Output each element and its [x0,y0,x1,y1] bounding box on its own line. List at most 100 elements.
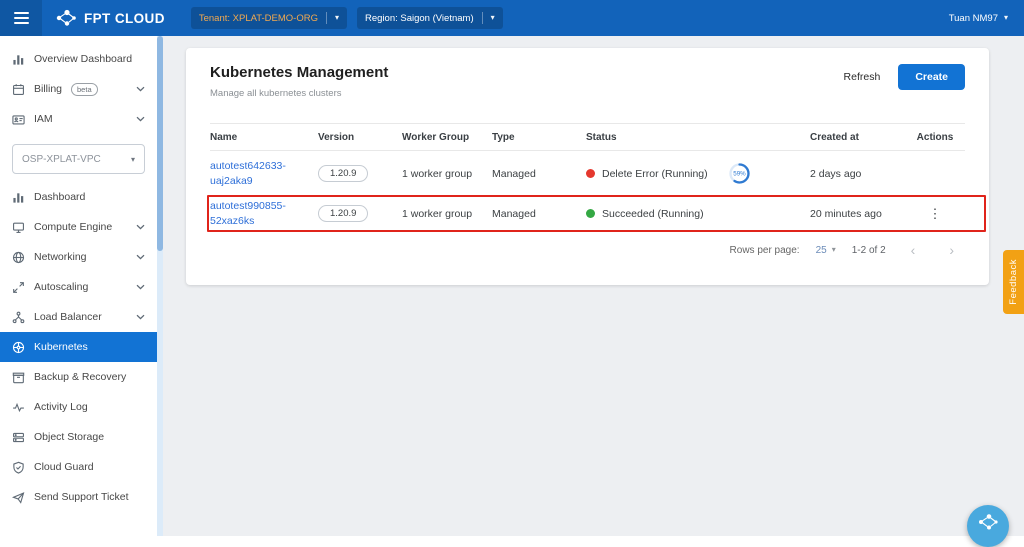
tenant-label: Tenant: XPLAT-DEMO-ORG [199,13,318,24]
sidebar-item-label: Object Storage [34,431,104,443]
sidebar-item-billing[interactable]: Billing beta [0,74,157,104]
version-chip: 1.20.9 [318,165,368,182]
progress-ring: 59% [728,162,751,185]
type-cell: Managed [492,208,586,220]
assistant-fab-button[interactable] [967,505,1009,547]
column-header-worker-group: Worker Group [402,132,492,143]
sidebar-item-label: Load Balancer [34,311,102,323]
rows-per-page-select[interactable]: 25 ▾ [816,245,836,256]
sidebar-item-label: Compute Engine [34,221,112,233]
status-text: Delete Error (Running) [602,168,708,180]
sidebar-scrollbar[interactable] [157,36,163,536]
sidebar-item-label: Autoscaling [34,281,88,293]
column-header-created-at: Created at [810,132,905,143]
sidebar-item-label: Kubernetes [34,341,88,353]
column-header-name: Name [210,132,318,143]
user-name: Tuan NM97 [949,13,998,24]
rows-per-page-label: Rows per page: [730,245,800,256]
sidebar-item-label: Overview Dashboard [34,53,132,65]
sidebar-item-backup-recovery[interactable]: Backup & Recovery [0,362,157,392]
pulse-icon [12,401,25,414]
row-actions-menu-icon[interactable]: ⋮ [929,206,942,221]
clusters-table: Name Version Worker Group Type Status Cr… [210,123,965,231]
beta-badge: beta [71,83,98,96]
status-text: Succeeded (Running) [602,208,704,220]
feedback-label: Feedback [1008,259,1019,305]
divider [482,12,483,24]
user-menu[interactable]: Tuan NM97 ▾ [949,13,1008,24]
kubernetes-management-card: Kubernetes Management Manage all kuberne… [186,48,989,285]
sidebar-item-label: Cloud Guard [34,461,94,473]
calendar-icon [12,83,25,96]
chevron-down-icon [136,86,145,92]
created-at-cell: 20 minutes ago [810,208,905,220]
monitor-icon [12,221,25,234]
chevron-down-icon [136,314,145,320]
tenant-select[interactable]: Tenant: XPLAT-DEMO-ORG ▾ [191,7,347,29]
rows-per-page-value: 25 [816,245,827,256]
chevron-down-icon [136,224,145,230]
sidebar-item-iam[interactable]: IAM [0,104,157,134]
cluster-name-link[interactable]: autotest642633-uaj2aka9 [210,160,286,186]
sidebar-item-label: Billing [34,83,62,95]
next-page-button[interactable]: › [940,243,963,257]
bar-chart-icon [12,53,25,66]
scrollbar-thumb[interactable] [157,36,163,251]
sidebar: Overview Dashboard Billing beta IAM OSP-… [0,36,157,536]
worker-group-cell: 1 worker group [402,168,492,180]
divider [326,12,327,24]
column-header-status: Status [586,132,810,143]
sidebar-item-label: Backup & Recovery [34,371,126,383]
topbar: FPT CLOUD Tenant: XPLAT-DEMO-ORG ▾ Regio… [0,0,1024,36]
chevron-down-icon: ▾ [491,14,495,22]
sidebar-item-compute-engine[interactable]: Compute Engine [0,212,157,242]
sidebar-item-dashboard[interactable]: Dashboard [0,182,157,212]
table-header-row: Name Version Worker Group Type Status Cr… [210,123,965,151]
sidebar-item-load-balancer[interactable]: Load Balancer [0,302,157,332]
hub-icon [12,311,25,324]
id-card-icon [12,113,25,126]
sidebar-item-label: IAM [34,113,53,125]
create-button[interactable]: Create [898,64,965,90]
column-header-version: Version [318,132,402,143]
previous-page-button[interactable]: ‹ [902,243,925,257]
created-at-cell: 2 days ago [810,168,905,180]
sidebar-item-label: Send Support Ticket [34,491,129,503]
card-header: Kubernetes Management Manage all kuberne… [210,64,965,99]
brand-text: FPT CLOUD [84,11,165,26]
refresh-button[interactable]: Refresh [838,65,887,89]
chevron-down-icon: ▾ [1004,14,1008,22]
chevron-down-icon: ▾ [832,246,836,254]
globe-icon [12,251,25,264]
archive-box-icon [12,371,25,384]
vpc-select-value: OSP-XPLAT-VPC [22,154,101,165]
chevron-down-icon: ▾ [131,155,135,164]
column-header-actions: Actions [905,132,965,143]
sidebar-item-kubernetes[interactable]: Kubernetes [0,332,157,362]
page-title: Kubernetes Management [210,64,388,81]
progress-percent: 59% [733,171,746,178]
shield-check-icon [12,461,25,474]
feedback-tab[interactable]: Feedback [1003,250,1024,314]
sidebar-item-object-storage[interactable]: Object Storage [0,422,157,452]
sidebar-item-activity-log[interactable]: Activity Log [0,392,157,422]
menu-icon[interactable] [0,0,42,36]
cluster-name-link[interactable]: autotest990855-52xaz6ks [210,200,286,226]
sidebar-item-label: Activity Log [34,401,88,413]
type-cell: Managed [492,168,586,180]
page-subtitle: Manage all kubernetes clusters [210,88,388,99]
region-select[interactable]: Region: Saigon (Vietnam) ▾ [357,7,503,29]
sidebar-item-networking[interactable]: Networking [0,242,157,272]
sidebar-item-autoscaling[interactable]: Autoscaling [0,272,157,302]
kubernetes-wheel-icon [12,341,25,354]
expand-arrows-icon [12,281,25,294]
vpc-select[interactable]: OSP-XPLAT-VPC ▾ [12,144,145,174]
sidebar-item-send-support-ticket[interactable]: Send Support Ticket [0,482,157,512]
table-row: autotest642633-uaj2aka9 1.20.9 1 worker … [210,151,965,197]
chevron-down-icon [136,254,145,260]
sidebar-item-overview-dashboard[interactable]: Overview Dashboard [0,44,157,74]
version-chip: 1.20.9 [318,205,368,222]
worker-group-cell: 1 worker group [402,208,492,220]
pagination-range: 1-2 of 2 [852,245,886,256]
sidebar-item-cloud-guard[interactable]: Cloud Guard [0,452,157,482]
